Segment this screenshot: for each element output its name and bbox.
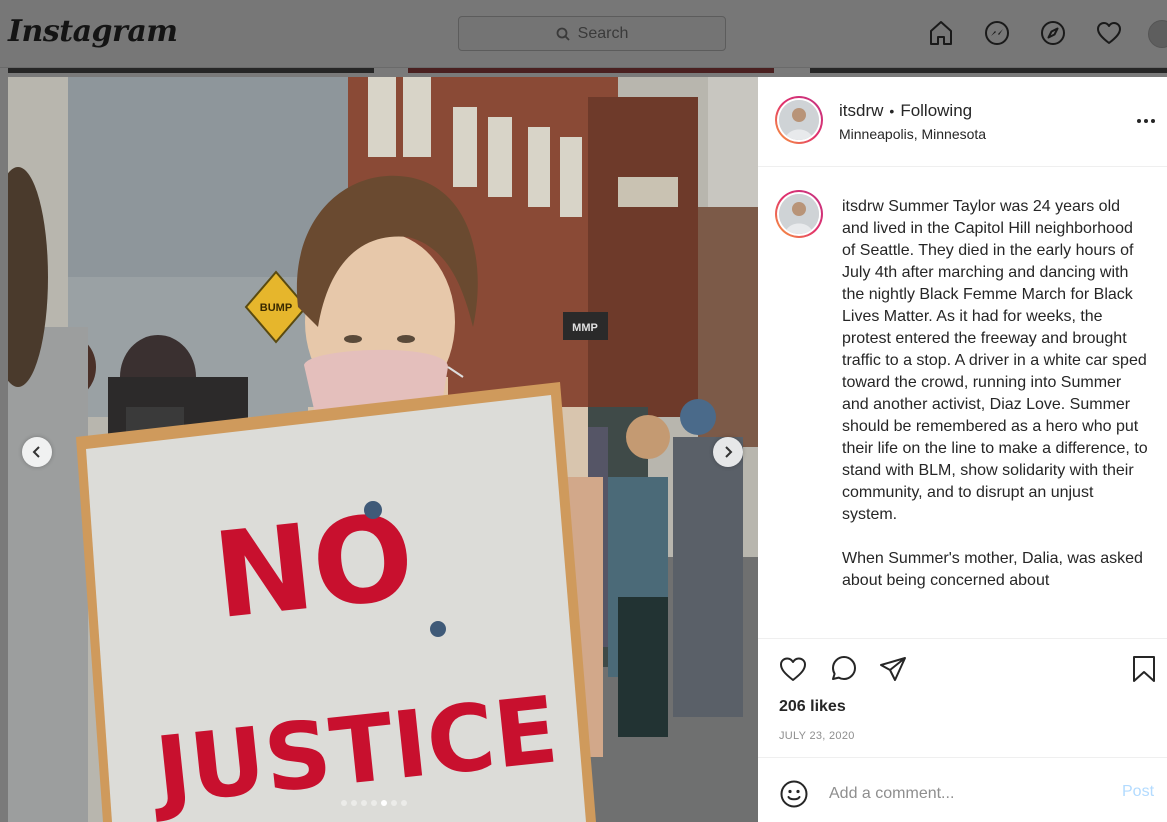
post-comment-button[interactable]: Post xyxy=(1122,783,1154,801)
like-heart-icon[interactable] xyxy=(776,652,810,686)
following-button[interactable]: Following xyxy=(900,101,972,121)
caption-author-avatar[interactable] xyxy=(775,190,823,238)
post-date[interactable]: JULY 23, 2020 xyxy=(779,730,855,742)
avatar-image xyxy=(779,194,819,234)
caption-text: Summer Taylor was 24 years old and lived… xyxy=(842,198,1148,523)
separator-dot: • xyxy=(889,103,895,119)
author-username[interactable]: itsdrw xyxy=(839,101,883,121)
explore-icon[interactable] xyxy=(1038,18,1068,48)
feed-background xyxy=(810,68,1167,73)
post-detail-panel: itsdrw • Following Minneapolis, Minnesot… xyxy=(758,77,1167,822)
emoji-icon[interactable] xyxy=(779,779,809,809)
carousel-dot xyxy=(361,800,367,806)
comment-icon[interactable] xyxy=(827,652,861,686)
sign-text-no: NO xyxy=(208,487,420,645)
post-actions xyxy=(758,652,1167,692)
next-photo-button[interactable] xyxy=(713,437,743,467)
caption-text-continued: When Summer's mother, Dalia, was asked a… xyxy=(842,550,1143,589)
comment-composer: Post xyxy=(758,757,1167,822)
home-icon[interactable] xyxy=(926,18,956,48)
save-bookmark-icon[interactable] xyxy=(1127,652,1161,686)
post-header: itsdrw • Following Minneapolis, Minnesot… xyxy=(758,77,1167,167)
caption-username[interactable]: itsdrw xyxy=(842,198,884,215)
profile-avatar[interactable] xyxy=(1148,20,1167,48)
carousel-indicator xyxy=(341,800,407,806)
author-avatar[interactable] xyxy=(775,96,823,144)
post-photo[interactable]: BUMP MMP NO JUSTICE xyxy=(8,77,758,822)
more-options-icon[interactable] xyxy=(1134,113,1158,129)
bump-sign-text: BUMP xyxy=(260,302,292,314)
chevron-left-icon xyxy=(32,446,40,458)
avatar-image xyxy=(779,100,819,140)
search-box[interactable]: Search xyxy=(458,16,726,51)
activity-heart-icon[interactable] xyxy=(1094,18,1124,48)
carousel-dot xyxy=(351,800,357,806)
share-icon[interactable] xyxy=(876,652,910,686)
carousel-dot xyxy=(381,800,387,806)
post-location[interactable]: Minneapolis, Minnesota xyxy=(839,126,986,142)
carousel-dot xyxy=(401,800,407,806)
protest-photo-image: BUMP MMP NO JUSTICE xyxy=(8,77,758,822)
top-navigation: Instagram Search xyxy=(0,0,1167,68)
carousel-dot xyxy=(391,800,397,806)
carousel-dot xyxy=(371,800,377,806)
instagram-logo[interactable]: Instagram xyxy=(8,14,178,49)
caption-scroll-area[interactable]: itsdrw Summer Taylor was 24 years old an… xyxy=(758,168,1167,639)
feed-background xyxy=(8,68,374,73)
chevron-right-icon xyxy=(725,446,733,458)
post-caption: itsdrw Summer Taylor was 24 years old an… xyxy=(842,196,1148,614)
shop-sign-text: MMP xyxy=(572,322,598,334)
previous-photo-button[interactable] xyxy=(22,437,52,467)
comment-input[interactable] xyxy=(829,781,1099,807)
overlay-backdrop[interactable] xyxy=(0,73,8,822)
feed-background xyxy=(408,68,774,73)
search-icon xyxy=(556,27,570,41)
messenger-icon[interactable] xyxy=(982,18,1012,48)
like-count[interactable]: 206 likes xyxy=(779,698,846,716)
carousel-dot xyxy=(341,800,347,806)
search-placeholder: Search xyxy=(577,24,629,42)
